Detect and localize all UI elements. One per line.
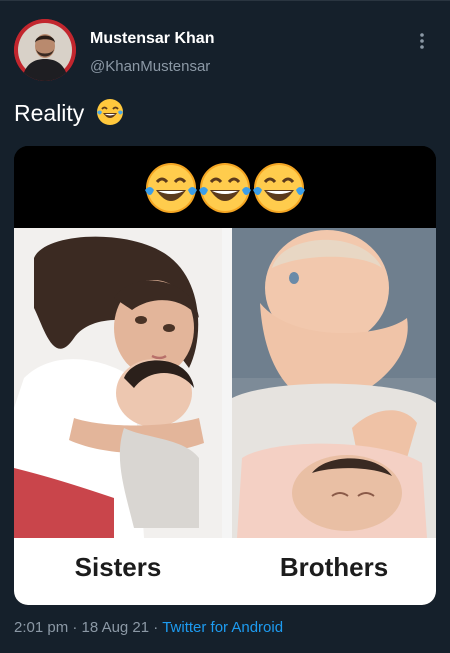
tweet-media-image[interactable]: Sisters Brothers [14,146,436,605]
photo-divider [222,228,232,538]
media-header-band [14,146,436,228]
display-name[interactable]: Mustensar Khan [90,29,214,49]
tweet-date[interactable]: 18 Aug 21 [82,619,150,636]
brothers-caption: Brothers [279,552,389,582]
tweet-text: Reality [14,97,125,134]
tweet-source-link[interactable]: Twitter for Android [162,619,283,636]
tweet-time[interactable]: 2:01 pm [14,619,68,636]
tweet-text-content: Reality [14,100,85,126]
tears-of-joy-emoji [95,97,125,134]
tears-of-joy-emoji [145,163,197,213]
tweet-header: Mustensar Khan @KhanMustensar [14,19,436,85]
emoji-row [145,163,305,213]
sisters-photo [14,228,222,538]
tears-of-joy-emoji [253,163,305,213]
meta-separator: · [149,619,163,636]
brothers-photo [232,228,436,538]
more-vertical-icon[interactable] [408,29,436,57]
tweet-metadata: 2:01 pm · 18 Aug 21 · Twitter for Androi… [14,618,283,638]
tears-of-joy-emoji [199,163,251,213]
avatar[interactable] [14,19,76,81]
sisters-caption: Sisters [74,552,162,582]
avatar-photo [14,19,76,81]
author-names: Mustensar Khan @KhanMustensar [90,29,214,77]
meta-separator: · [68,619,82,636]
user-handle[interactable]: @KhanMustensar [90,57,214,77]
tweet-card: Mustensar Khan @KhanMustensar Reality Si… [0,0,450,653]
media-captions: Sisters Brothers [14,538,436,605]
